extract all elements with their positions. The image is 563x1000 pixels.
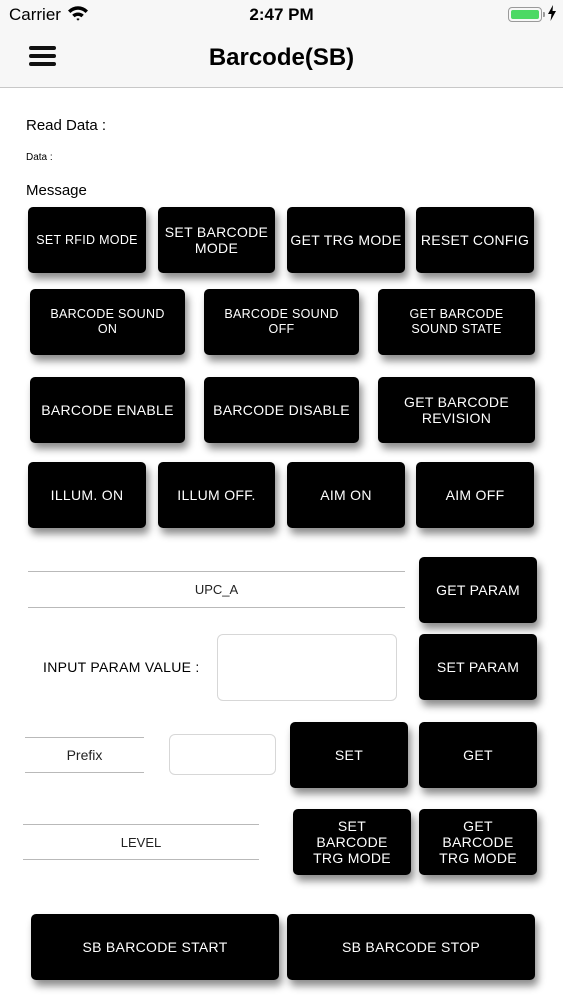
- set-barcode-trg-mode-button[interactable]: SET BARCODE TRG MODE: [293, 809, 411, 875]
- set-barcode-mode-button[interactable]: SET BARCODE MODE: [158, 207, 275, 273]
- sb-barcode-start-button[interactable]: SB BARCODE START: [31, 914, 279, 980]
- aim-off-button[interactable]: AIM OFF: [416, 462, 534, 528]
- illum-off-button[interactable]: ILLUM OFF.: [158, 462, 275, 528]
- level-select[interactable]: LEVEL: [23, 824, 259, 860]
- set-rfid-mode-button[interactable]: SET RFID MODE: [28, 207, 146, 273]
- reset-config-button[interactable]: RESET CONFIG: [416, 207, 534, 273]
- get-barcode-trg-mode-button[interactable]: GET BARCODE TRG MODE: [419, 809, 537, 875]
- battery-icon: [508, 7, 542, 22]
- input-param-label: INPUT PARAM VALUE :: [43, 659, 200, 675]
- barcode-enable-button[interactable]: BARCODE ENABLE: [30, 377, 185, 443]
- barcode-sound-on-button[interactable]: BARCODE SOUND ON: [30, 289, 185, 355]
- param-select[interactable]: UPC_A: [28, 571, 405, 608]
- prefix-select-value: Prefix: [66, 747, 103, 763]
- get-trg-mode-button[interactable]: GET TRG MODE: [287, 207, 405, 273]
- aim-on-button[interactable]: AIM ON: [287, 462, 405, 528]
- prefix-input[interactable]: [169, 734, 276, 775]
- get-button[interactable]: GET: [419, 722, 537, 788]
- prefix-select[interactable]: Prefix: [25, 737, 144, 773]
- set-param-button[interactable]: SET PARAM: [419, 634, 537, 700]
- input-param-field[interactable]: [217, 634, 397, 701]
- battery-tip: [543, 12, 545, 17]
- get-barcode-revision-button[interactable]: GET BARCODE REVISION: [378, 377, 535, 443]
- get-param-button[interactable]: GET PARAM: [419, 557, 537, 623]
- message-label: Message: [26, 182, 87, 199]
- status-bar: Carrier 2:47 PM: [0, 0, 563, 30]
- param-select-value: UPC_A: [194, 582, 239, 597]
- get-barcode-sound-state-button[interactable]: GET BARCODE SOUND STATE: [378, 289, 535, 355]
- page-title: Barcode(SB): [208, 44, 355, 71]
- illum-on-button[interactable]: ILLUM. ON: [28, 462, 146, 528]
- data-label: Data :: [26, 152, 53, 163]
- barcode-disable-button[interactable]: BARCODE DISABLE: [204, 377, 359, 443]
- set-button[interactable]: SET: [290, 722, 408, 788]
- navigation-bar: Barcode(SB): [0, 30, 563, 88]
- barcode-sound-off-button[interactable]: BARCODE SOUND OFF: [204, 289, 359, 355]
- read-data-label: Read Data :: [26, 117, 107, 134]
- level-select-value: LEVEL: [120, 834, 162, 850]
- clock: 2:47 PM: [249, 5, 314, 24]
- sb-barcode-stop-button[interactable]: SB BARCODE STOP: [287, 914, 535, 980]
- charging-icon: [548, 5, 556, 26]
